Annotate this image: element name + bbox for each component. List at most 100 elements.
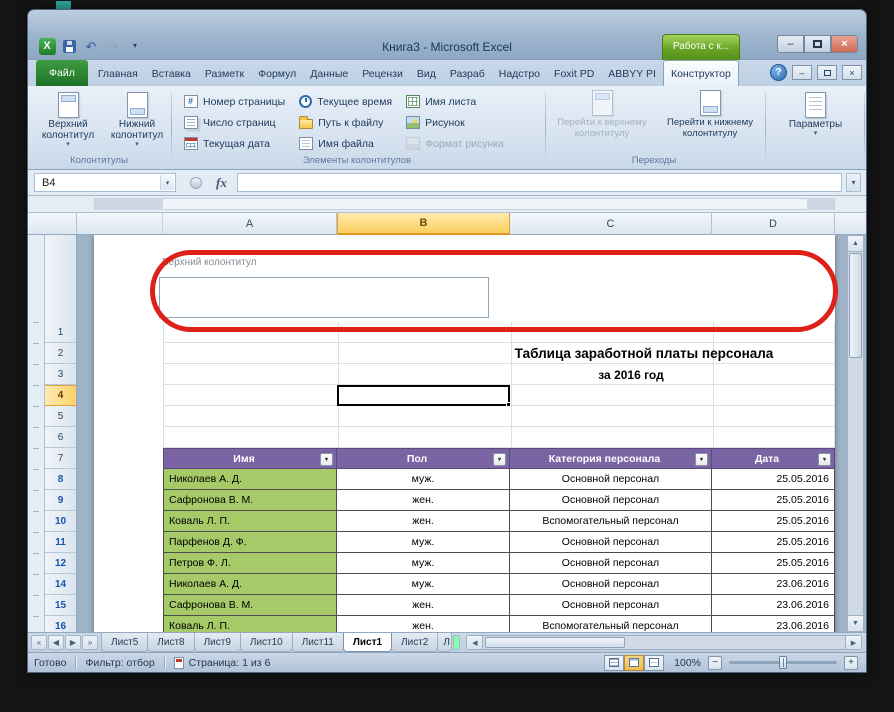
header-element-button[interactable]: Имя файла bbox=[293, 133, 398, 154]
cell-name[interactable]: Коваль Л. П. bbox=[163, 511, 337, 532]
column-header[interactable]: D bbox=[712, 213, 835, 235]
cell-category[interactable]: Основной персонал bbox=[510, 490, 712, 511]
close-button[interactable]: × bbox=[831, 35, 858, 53]
header-footer-button[interactable]: Верхний колонтитул ▾ bbox=[35, 89, 101, 153]
undo-button[interactable]: ↶ bbox=[82, 37, 100, 55]
zoom-slider[interactable] bbox=[729, 656, 837, 669]
save-button[interactable] bbox=[60, 37, 78, 55]
ribbon-tab[interactable]: Данные bbox=[303, 62, 355, 86]
row-header[interactable]: 4 bbox=[45, 385, 76, 406]
vertical-scroll-thumb[interactable] bbox=[849, 253, 862, 358]
formula-bar-expand-button[interactable]: ▾ bbox=[846, 173, 861, 192]
cell-gender[interactable]: муж. bbox=[337, 532, 510, 553]
row-header[interactable]: 12 bbox=[45, 553, 76, 574]
vertical-scrollbar[interactable]: ▲ ▼ bbox=[847, 235, 864, 632]
page-break-view-button[interactable] bbox=[644, 654, 664, 671]
redo-button[interactable]: ↷ bbox=[104, 37, 122, 55]
ribbon-tab[interactable]: ABBYY PI bbox=[601, 62, 663, 86]
cell-gender[interactable]: муж. bbox=[337, 553, 510, 574]
tab-scroll-splitter[interactable] bbox=[453, 635, 461, 650]
row-header[interactable]: 6 bbox=[45, 427, 76, 448]
row-header[interactable]: 2 bbox=[45, 343, 76, 364]
name-box-dropdown[interactable]: ▾ bbox=[160, 175, 174, 190]
ribbon-tab[interactable]: Рецензи bbox=[355, 62, 410, 86]
header-element-button[interactable]: Имя листа bbox=[400, 91, 510, 112]
scroll-up-button[interactable]: ▲ bbox=[848, 236, 863, 252]
horizontal-scroll-thumb[interactable] bbox=[485, 637, 626, 648]
cell-name[interactable]: Сафронова В. М. bbox=[163, 595, 337, 616]
table-header-cell[interactable]: Пол ▾ bbox=[337, 448, 510, 469]
filter-dropdown-button[interactable]: ▾ bbox=[493, 453, 506, 466]
row-header[interactable]: 15 bbox=[45, 595, 76, 616]
formula-input[interactable] bbox=[236, 173, 842, 192]
cell-date[interactable]: 25.05.2016 bbox=[712, 511, 835, 532]
sheet-subtitle-cell[interactable]: за 2016 год bbox=[506, 364, 756, 385]
zoom-slider-thumb[interactable] bbox=[779, 656, 787, 669]
cell-date[interactable]: 23.06.2016 bbox=[712, 574, 835, 595]
sheet-tab[interactable]: Лист2 bbox=[391, 633, 439, 652]
zoom-level[interactable]: 100% bbox=[671, 657, 701, 669]
row-header[interactable]: 3 bbox=[45, 364, 76, 385]
zoom-in-button[interactable]: + bbox=[844, 655, 858, 670]
table-header-cell[interactable]: Категория персонала ▾ bbox=[510, 448, 712, 469]
cell-name[interactable]: Петров Ф. Л. bbox=[163, 553, 337, 574]
sheet-tab[interactable]: Л bbox=[437, 633, 453, 652]
filter-dropdown-button[interactable]: ▾ bbox=[818, 453, 831, 466]
ribbon-tab[interactable]: Foxit PD bbox=[547, 62, 601, 86]
sheet-nav-button[interactable]: » bbox=[82, 635, 98, 650]
zoom-out-button[interactable]: − bbox=[708, 655, 722, 670]
select-all-corner[interactable] bbox=[28, 213, 77, 234]
sheet-tab[interactable]: Лист8 bbox=[147, 633, 195, 652]
sheet-nav-button[interactable]: ▶ bbox=[65, 635, 81, 650]
sheet-tab[interactable]: Лист9 bbox=[193, 633, 241, 652]
sheet-title-cell[interactable]: Таблица заработной платы персонала bbox=[479, 343, 809, 364]
row-header[interactable]: 7 bbox=[45, 448, 76, 469]
header-element-button[interactable]: Формат рисунка bbox=[400, 133, 510, 154]
cell-date[interactable]: 25.05.2016 bbox=[712, 469, 835, 490]
options-button[interactable]: Параметры ▾ bbox=[780, 89, 852, 153]
page-layout-view-button[interactable] bbox=[624, 654, 644, 671]
ribbon-tab[interactable]: Конструктор bbox=[662, 60, 739, 86]
cell-gender[interactable]: жен. bbox=[337, 490, 510, 511]
help-button[interactable]: ? bbox=[770, 64, 787, 81]
ribbon-tab[interactable]: Файл bbox=[36, 60, 88, 86]
cell-date[interactable]: 25.05.2016 bbox=[712, 532, 835, 553]
goto-header-footer-button[interactable]: Перейти к нижнему колонтитулу bbox=[658, 88, 762, 150]
row-header[interactable]: 11 bbox=[45, 532, 76, 553]
sheet-nav-button[interactable]: ◀ bbox=[48, 635, 64, 650]
sheet-nav-button[interactable]: « bbox=[31, 635, 47, 650]
ribbon-tab[interactable]: Разраб bbox=[443, 62, 492, 86]
ribbon-tab[interactable]: Вид bbox=[410, 62, 443, 86]
scroll-down-button[interactable]: ▼ bbox=[848, 615, 863, 631]
goto-header-footer-button[interactable]: Перейти к верхнему колонтитулу bbox=[550, 88, 654, 150]
cell-category[interactable]: Основной персонал bbox=[510, 553, 712, 574]
sheet-tab[interactable]: Лист11 bbox=[291, 633, 344, 652]
workbook-minimize-button[interactable]: – bbox=[792, 65, 812, 80]
ribbon-tab[interactable]: Формул bbox=[251, 62, 303, 86]
maximize-button[interactable] bbox=[804, 35, 831, 53]
scroll-left-button[interactable]: ◀ bbox=[467, 636, 484, 649]
cell-name[interactable]: Парфенов Д. Ф. bbox=[163, 532, 337, 553]
workbook-restore-button[interactable] bbox=[817, 65, 837, 80]
ribbon-tab[interactable]: Вставка bbox=[145, 62, 198, 86]
workbook-close-button[interactable]: × bbox=[842, 65, 862, 80]
cell-date[interactable]: 25.05.2016 bbox=[712, 553, 835, 574]
cell-gender[interactable]: муж. bbox=[337, 469, 510, 490]
fill-handle[interactable] bbox=[506, 402, 511, 407]
header-element-button[interactable]: Текущее время bbox=[293, 91, 398, 112]
insert-function-button[interactable]: fx bbox=[216, 175, 227, 191]
cell-date[interactable]: 23.06.2016 bbox=[712, 595, 835, 616]
row-header[interactable]: 8 bbox=[45, 469, 76, 490]
cell-category[interactable]: Основной персонал bbox=[510, 574, 712, 595]
ribbon-tab[interactable]: Разметк bbox=[198, 62, 251, 86]
name-box[interactable]: B4 ▾ bbox=[34, 173, 176, 192]
ribbon-tab[interactable]: Надстро bbox=[492, 62, 547, 86]
active-cell-b4[interactable] bbox=[337, 385, 511, 407]
column-header[interactable]: C bbox=[510, 213, 712, 235]
row-header[interactable]: 9 bbox=[45, 490, 76, 511]
header-element-button[interactable]: Путь к файлу bbox=[293, 112, 398, 133]
header-element-button[interactable]: Число страниц bbox=[178, 112, 291, 133]
cell-category[interactable]: Основной персонал bbox=[510, 532, 712, 553]
qat-customize-button[interactable]: ▾ bbox=[126, 37, 144, 55]
sheet-tab[interactable]: Лист5 bbox=[101, 633, 149, 652]
